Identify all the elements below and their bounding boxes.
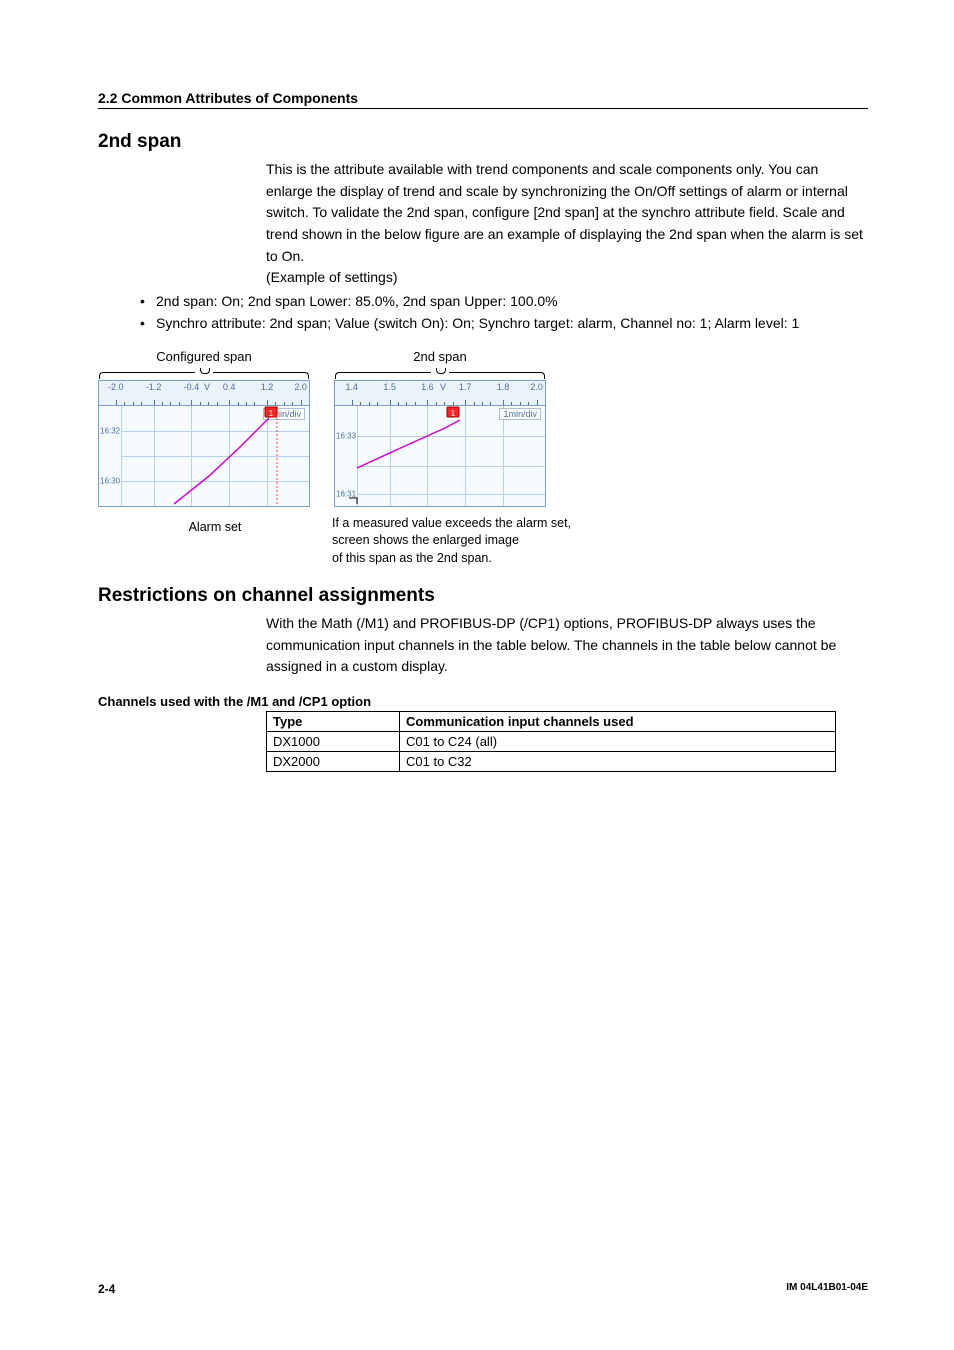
- col-type: Type: [267, 712, 400, 732]
- tick: 1.7: [459, 382, 472, 392]
- table-row: DX1000 C01 to C24 (all): [267, 732, 836, 752]
- paragraph-2nd-span: This is the attribute available with tre…: [266, 159, 868, 267]
- note-line: If a measured value exceeds the alarm se…: [332, 516, 571, 530]
- table-caption: Channels used with the /M1 and /CP1 opti…: [98, 694, 868, 709]
- trend-line: [174, 418, 269, 504]
- tick: 1.8: [497, 382, 510, 392]
- example-label: (Example of settings): [266, 267, 868, 289]
- page-footer: 2-4 IM 04L41B01-04E: [98, 1282, 868, 1296]
- figure-row: Configured span -2.0 -1.2 -0.4 V 0.4 1.2…: [98, 349, 868, 507]
- trend-line: [357, 420, 460, 468]
- tick: -0.4: [184, 382, 200, 392]
- unit: V: [440, 382, 446, 392]
- col-channels: Communication input channels used: [400, 712, 836, 732]
- figure-caption-row: Alarm set If a measured value exceeds th…: [98, 515, 868, 568]
- bullet-1: 2nd span: On; 2nd span Lower: 85.0%, 2nd…: [140, 291, 868, 313]
- brace-icon: [335, 368, 545, 378]
- cell: DX2000: [267, 752, 400, 772]
- unit: V: [204, 382, 210, 392]
- tick: -1.2: [146, 382, 162, 392]
- settings-bullets: 2nd span: On; 2nd span Lower: 85.0%, 2nd…: [98, 291, 868, 334]
- figure-right: 2nd span 1.4 1.5 1.6 V 1.7 1.8 2.0: [334, 349, 546, 507]
- tick: 2.0: [530, 382, 543, 392]
- cell: C01 to C32: [400, 752, 836, 772]
- heading-restrictions: Restrictions on channel assignments: [98, 585, 868, 607]
- marker-label: 1: [451, 409, 456, 418]
- tick: 0.4: [223, 382, 236, 392]
- section-header: 2.2 Common Attributes of Components: [98, 90, 868, 109]
- chart-configured-span: -2.0 -1.2 -0.4 V 0.4 1.2 2.0: [98, 380, 310, 507]
- doc-number: IM 04L41B01-04E: [786, 1282, 868, 1296]
- note-line: screen shows the enlarged image: [332, 533, 519, 547]
- table-header-row: Type Communication input channels used: [267, 712, 836, 732]
- tick: 2.0: [294, 382, 307, 392]
- figure-left-title: Configured span: [156, 349, 251, 364]
- table-row: DX2000 C01 to C32: [267, 752, 836, 772]
- figure-right-title: 2nd span: [413, 349, 467, 364]
- alarm-set-label: Alarm set: [98, 515, 332, 568]
- marker-label: 1: [269, 409, 274, 418]
- tick: 1.5: [383, 382, 396, 392]
- figure-note: If a measured value exceeds the alarm se…: [332, 515, 868, 568]
- paragraph-restrictions: With the Math (/M1) and PROFIBUS-DP (/CP…: [266, 613, 868, 678]
- tick: -2.0: [108, 382, 124, 392]
- figure-left: Configured span -2.0 -1.2 -0.4 V 0.4 1.2…: [98, 349, 310, 507]
- leader-icon: [349, 498, 357, 504]
- chart-2nd-span: 1.4 1.5 1.6 V 1.7 1.8 2.0: [334, 380, 546, 507]
- note-line: of this span as the 2nd span.: [332, 551, 492, 565]
- bullet-2: Synchro attribute: 2nd span; Value (swit…: [140, 313, 868, 335]
- cell: C01 to C24 (all): [400, 732, 836, 752]
- tick: 1.6: [421, 382, 434, 392]
- cell: DX1000: [267, 732, 400, 752]
- page-number: 2-4: [98, 1282, 115, 1296]
- channels-table: Type Communication input channels used D…: [266, 711, 836, 772]
- tick: 1.4: [346, 382, 359, 392]
- tick: 1.2: [261, 382, 274, 392]
- brace-icon: [99, 368, 309, 378]
- heading-2nd-span: 2nd span: [98, 131, 868, 153]
